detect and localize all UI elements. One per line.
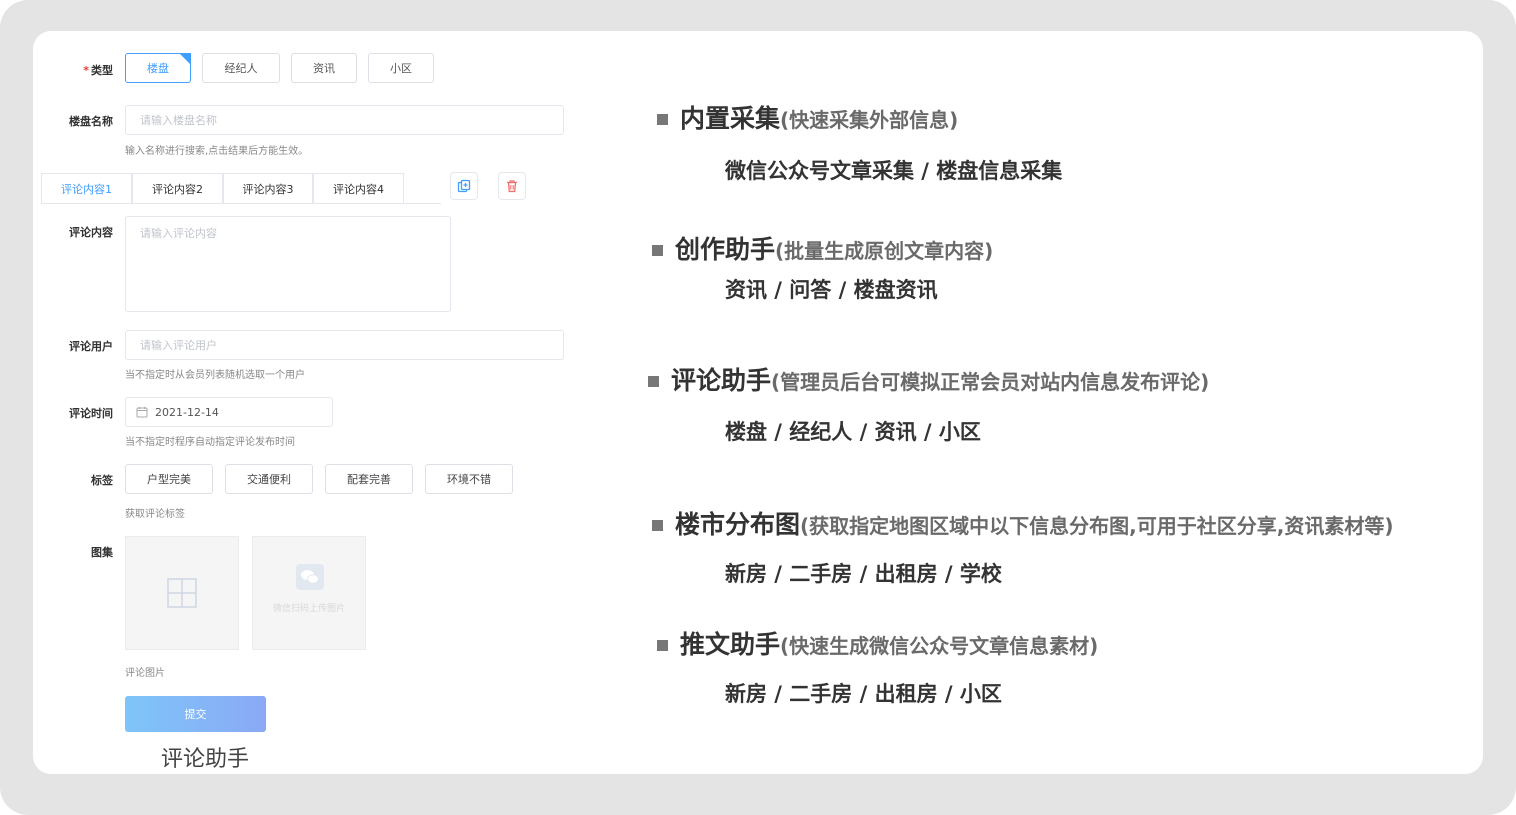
- square-bullet-icon: [657, 640, 668, 651]
- feature-items-writing: 资讯 / 问答 / 楼盘资讯: [725, 278, 938, 302]
- required-mark: *: [83, 64, 89, 77]
- feature-title-comment: 评论助手 (管理员后台可模拟正常会员对站内信息发布评论): [648, 361, 1209, 397]
- estate-name-input[interactable]: 请输入楼盘名称: [125, 105, 564, 135]
- feature-title-writing: 创作助手 (批量生成原创文章内容): [652, 230, 993, 266]
- comment-time-hint: 当不指定时程序自动指定评论发布时间: [125, 437, 295, 448]
- delete-tab-button[interactable]: [498, 172, 526, 200]
- comment-user-input[interactable]: 请输入评论用户: [125, 330, 564, 360]
- image-upload-box[interactable]: [125, 536, 239, 650]
- square-bullet-icon: [648, 376, 659, 387]
- comment-time-label: 评论时间: [69, 407, 113, 420]
- square-bullet-icon: [652, 245, 663, 256]
- type-option-news[interactable]: 资讯: [291, 53, 357, 83]
- gallery-label: 图集: [91, 546, 113, 559]
- comment-user-label: 评论用户: [69, 340, 113, 353]
- type-option-community[interactable]: 小区: [368, 53, 434, 83]
- comment-time-value: 2021-12-14: [155, 405, 219, 419]
- selected-corner-marker: [179, 53, 191, 65]
- tags-label: 标签: [91, 474, 113, 487]
- comment-tabs: 评论内容1 评论内容2 评论内容3 评论内容4: [41, 173, 441, 204]
- tab-comment-1[interactable]: 评论内容1: [41, 173, 132, 203]
- feature-title-map: 楼市分布图 (获取指定地图区域中以下信息分布图,可用于社区分享,资讯素材等): [652, 505, 1394, 541]
- tab-comment-3[interactable]: 评论内容3: [223, 173, 313, 203]
- square-bullet-icon: [652, 520, 663, 531]
- submit-button[interactable]: 提交: [125, 696, 266, 732]
- wechat-upload-text: 微信扫码上传图片: [272, 604, 345, 614]
- comment-content-label: 评论内容: [69, 226, 113, 239]
- copy-tab-button[interactable]: [450, 172, 478, 200]
- tag-environment[interactable]: 环境不错: [425, 464, 513, 494]
- feature-items-collect: 微信公众号文章采集 / 楼盘信息采集: [725, 159, 1063, 183]
- content-card: * 类型 楼盘 经纪人 资讯 小区 楼盘名称 请输入楼盘名称 输入名称进行搜索,点…: [33, 31, 1483, 774]
- calendar-icon: [136, 407, 148, 418]
- estate-name-hint: 输入名称进行搜索,点击结果后方能生效。: [125, 146, 309, 157]
- tags-hint: 获取评论标签: [125, 509, 185, 520]
- tag-layout[interactable]: 户型完美: [125, 464, 213, 494]
- comment-time-picker[interactable]: 2021-12-14: [125, 397, 333, 427]
- tag-transport[interactable]: 交通便利: [225, 464, 313, 494]
- tab-comment-4[interactable]: 评论内容4: [313, 173, 404, 203]
- trash-icon: [507, 180, 517, 193]
- tab-comment-2[interactable]: 评论内容2: [132, 173, 223, 203]
- type-label: * 类型: [83, 64, 113, 77]
- feature-title-post: 推文助手 (快速生成微信公众号文章信息素材): [657, 625, 1098, 661]
- form-caption: 评论助手: [161, 747, 250, 772]
- square-bullet-icon: [657, 114, 668, 125]
- type-option-estate[interactable]: 楼盘: [125, 53, 191, 83]
- add-image-icon: [167, 578, 197, 608]
- comment-content-textarea[interactable]: 请输入评论内容: [125, 216, 451, 312]
- type-option-agent[interactable]: 经纪人: [202, 53, 280, 83]
- copy-icon: [457, 179, 471, 193]
- estate-name-label: 楼盘名称: [69, 115, 113, 128]
- feature-items-comment: 楼盘 / 经纪人 / 资讯 / 小区: [725, 420, 981, 444]
- wechat-icon: [296, 564, 324, 590]
- feature-items-map: 新房 / 二手房 / 出租房 / 学校: [725, 562, 1002, 586]
- feature-items-post: 新房 / 二手房 / 出租房 / 小区: [725, 682, 1002, 706]
- tag-facilities[interactable]: 配套完善: [325, 464, 413, 494]
- gallery-hint: 评论图片: [125, 668, 165, 679]
- comment-user-hint: 当不指定时从会员列表随机选取一个用户: [125, 370, 305, 381]
- feature-title-collect: 内置采集 (快速采集外部信息): [657, 99, 958, 135]
- wechat-upload-box[interactable]: 微信扫码上传图片: [252, 536, 366, 650]
